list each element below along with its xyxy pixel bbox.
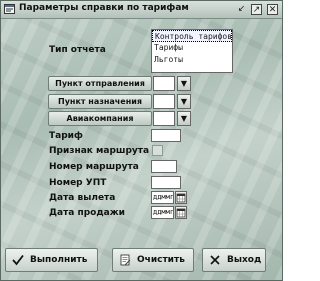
report-type-label: Тип отчета — [49, 45, 106, 55]
calendar-icon — [176, 193, 186, 203]
report-params-window: Параметры справки по тарифам ↙ ↗ ✕ Тип о… — [0, 0, 283, 281]
upt-number-input[interactable] — [151, 176, 181, 189]
app-icon — [4, 4, 15, 14]
destination-point-button[interactable]: Пункт назначения — [48, 94, 152, 109]
sale-date-input[interactable]: ддммгг — [151, 206, 174, 219]
tariff-label: Тариф — [49, 131, 83, 141]
report-type-list[interactable]: Контроль тарифов Тарифы Льготы — [151, 29, 233, 73]
tariff-input[interactable] — [151, 129, 181, 142]
close-x-icon — [210, 255, 220, 265]
sale-date-label: Дата продажи — [49, 208, 125, 218]
departure-point-combo[interactable] — [153, 76, 175, 91]
minimize-icon[interactable]: ↙ — [236, 4, 247, 15]
report-type-option[interactable]: Льготы — [152, 54, 232, 66]
departure-date-input[interactable]: ддммгг — [151, 191, 174, 204]
departure-calendar-button[interactable] — [175, 191, 187, 204]
airline-dropdown-icon[interactable]: ▼ — [177, 111, 191, 126]
destination-dropdown-icon[interactable]: ▼ — [177, 94, 191, 109]
departure-point-button[interactable]: Пункт отправления — [48, 76, 152, 91]
execute-label: Выполнить — [30, 255, 88, 265]
report-type-option[interactable]: Тарифы — [152, 42, 232, 54]
upt-number-label: Номер УПТ — [49, 178, 107, 188]
airline-button[interactable]: Авиакомпания — [48, 111, 152, 126]
checkmark-icon — [12, 254, 24, 266]
window-title: Параметры справки по тарифам — [19, 3, 189, 13]
title-bar[interactable]: Параметры справки по тарифам ↙ ↗ ✕ — [1, 1, 282, 19]
report-type-option[interactable]: Контроль тарифов — [152, 30, 232, 42]
clear-button[interactable]: Очистить — [112, 248, 194, 272]
departure-dropdown-icon[interactable]: ▼ — [177, 76, 191, 91]
close-icon[interactable]: ✕ — [267, 4, 278, 15]
route-flag-checkbox[interactable] — [152, 145, 163, 156]
maximize-icon[interactable]: ↗ — [251, 4, 262, 15]
airline-combo[interactable] — [153, 111, 175, 126]
route-flag-label: Признак маршрута — [49, 146, 150, 156]
execute-button[interactable]: Выполнить — [5, 248, 98, 272]
route-number-input[interactable] — [151, 160, 177, 173]
exit-button[interactable]: Выход — [202, 248, 266, 272]
route-number-label: Номер маршрута — [49, 162, 139, 172]
exit-label: Выход — [227, 255, 262, 265]
departure-date-label: Дата вылета — [49, 193, 116, 203]
clear-label: Очистить — [137, 255, 185, 265]
destination-point-combo[interactable] — [153, 94, 175, 109]
calendar-icon — [176, 208, 186, 218]
sale-calendar-button[interactable] — [175, 206, 187, 219]
clear-document-icon — [120, 254, 131, 266]
